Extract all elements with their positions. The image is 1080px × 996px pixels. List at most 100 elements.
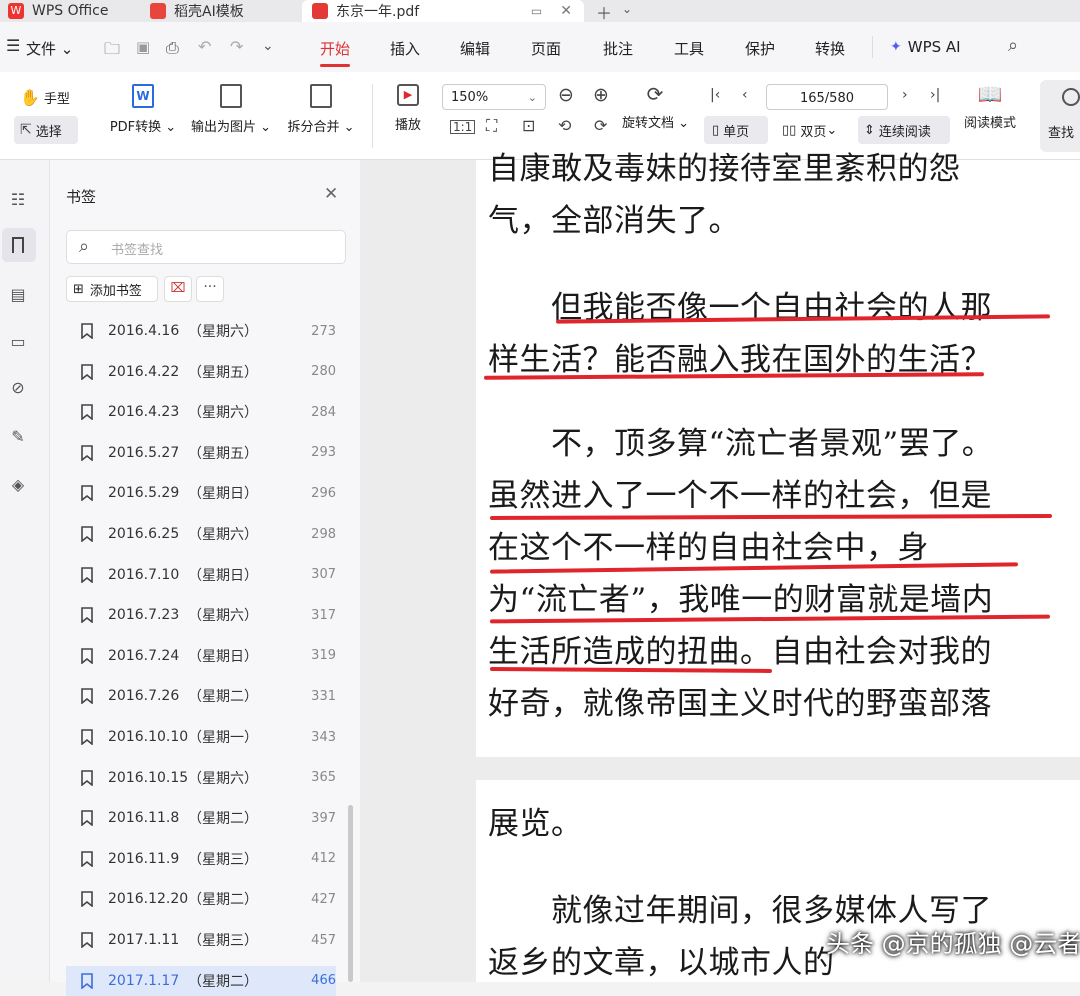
bookmark-row[interactable]: 2016.4.16 （星期六） 273: [66, 316, 336, 346]
zoom-chevron-icon: ⌄: [527, 90, 537, 104]
menu-annotate[interactable]: 批注: [603, 38, 633, 59]
export-image-button[interactable]: 输出为图片 ⌄: [188, 84, 274, 135]
more-options-button[interactable]: ···: [196, 276, 224, 302]
bookmark-row[interactable]: 2016.7.26 （星期二） 331: [66, 681, 336, 711]
tab-docer-template[interactable]: 稻壳AI模板: [150, 0, 290, 22]
prev-page-icon[interactable]: ‹: [742, 88, 748, 102]
bookmark-icon: [80, 647, 94, 665]
search-icon[interactable]: ⌕: [1008, 35, 1018, 56]
bookmark-date: 2016.4.16: [108, 323, 180, 339]
bookmark-row[interactable]: 2016.11.9 （星期三） 412: [66, 844, 336, 874]
signature-icon[interactable]: ✎: [8, 427, 28, 447]
double-page-button[interactable]: ▯▯ 双页 ⌄: [778, 116, 850, 144]
wps-logo-icon: W: [8, 3, 24, 19]
bookmark-row[interactable]: 2016.11.8 （星期二） 397: [66, 803, 336, 833]
page-number-input[interactable]: 165/580: [766, 84, 888, 110]
bookmark-rail-button[interactable]: [2, 228, 36, 262]
menu-wps-ai[interactable]: ✦ WPS AI: [890, 38, 961, 56]
undo-icon[interactable]: ↶: [198, 37, 211, 56]
bookmark-weekday: （星期日）: [188, 567, 258, 584]
bookmark-weekday: （星期五）: [188, 364, 258, 381]
file-menu[interactable]: 文件 ⌄: [26, 38, 73, 59]
play-button[interactable]: ▶ 播放: [390, 84, 426, 133]
bookmark-weekday: （星期二）: [188, 689, 258, 706]
bookmark-row[interactable]: 2016.6.25 （星期六） 298: [66, 519, 336, 549]
rotate-document-button[interactable]: ⟳ 旋转文档 ⌄: [622, 84, 689, 131]
bookmark-row[interactable]: 2017.1.17 （星期二） 466: [66, 965, 336, 996]
last-page-icon[interactable]: ›|: [930, 88, 940, 102]
attachment-icon[interactable]: ⊘: [8, 378, 28, 398]
menu-tools[interactable]: 工具: [674, 38, 704, 59]
first-page-icon[interactable]: |‹: [710, 88, 720, 102]
double-page-icon: ▯▯: [782, 122, 797, 138]
continuous-reading-button[interactable]: ⇕ 连续阅读: [858, 116, 950, 144]
hand-tool-button[interactable]: ✋ 手型: [20, 88, 70, 107]
bookmark-row[interactable]: 2017.1.11 （星期三） 457: [66, 925, 336, 955]
thumbnail-icon[interactable]: ▤: [8, 285, 28, 305]
tab-wps-office[interactable]: W WPS Office: [8, 0, 138, 22]
outline-icon[interactable]: ☷: [8, 190, 28, 210]
document-line: 好奇，就像帝国主义时代的野蛮部落: [488, 686, 992, 722]
hamburger-icon[interactable]: ☰: [6, 36, 20, 55]
close-tab-icon[interactable]: ✕: [560, 3, 572, 19]
next-page-icon[interactable]: ›: [902, 88, 908, 102]
zoom-select[interactable]: 150% ⌄: [442, 84, 546, 110]
bookmark-row[interactable]: 2016.7.23 （星期六） 317: [66, 600, 336, 630]
read-mode-button[interactable]: 📖 阅读模式: [958, 84, 1022, 131]
menu-protect[interactable]: 保护: [745, 38, 775, 59]
tab-list-chevron-icon[interactable]: ⌄: [622, 2, 632, 16]
menu-edit[interactable]: 编辑: [460, 38, 490, 59]
rotate-right-icon[interactable]: ⟳: [594, 118, 607, 134]
remove-bookmark-icon: ⌧: [170, 281, 186, 296]
menu-convert[interactable]: 转换: [815, 38, 845, 59]
comment-icon[interactable]: ▭: [8, 332, 28, 352]
zoom-out-icon[interactable]: ⊖: [558, 86, 574, 105]
document-line: 展览。: [488, 806, 583, 842]
print-icon[interactable]: ⎙: [166, 38, 179, 58]
add-bookmark-button[interactable]: ⊞ 添加书签: [66, 276, 158, 302]
image-export-icon: [220, 84, 242, 108]
bookmark-row[interactable]: 2016.10.10 （星期一） 343: [66, 722, 336, 752]
close-panel-icon[interactable]: ✕: [324, 184, 338, 204]
fit-width-icon[interactable]: ⊡: [522, 118, 535, 134]
select-tool-button[interactable]: ⇱ 选择: [14, 116, 78, 144]
pdf-convert-button[interactable]: W PDF转换 ⌄: [108, 84, 178, 135]
bookmark-search-input[interactable]: ⌕ 书签查找: [66, 230, 346, 264]
add-bookmark-icon: ⊞: [73, 281, 84, 297]
more-chevron-icon[interactable]: ⌄: [262, 38, 274, 54]
bookmark-date: 2016.4.22: [108, 363, 180, 380]
menu-insert[interactable]: 插入: [390, 38, 420, 59]
menu-page[interactable]: 页面: [531, 38, 561, 59]
layers-icon[interactable]: ◈: [8, 475, 28, 495]
bookmark-icon: [80, 932, 94, 949]
bookmark-row[interactable]: 2016.5.27 （星期五） 293: [66, 438, 336, 468]
bookmark-row[interactable]: 2016.12.20 （星期二） 427: [66, 884, 336, 914]
docer-logo-icon: [150, 3, 166, 19]
pin-icon[interactable]: ▭: [531, 4, 542, 18]
zoom-in-icon[interactable]: ⊕: [593, 86, 609, 105]
redo-icon[interactable]: ↷: [230, 37, 243, 56]
bookmark-row[interactable]: 2016.7.24 （星期日） 319: [66, 641, 336, 671]
new-tab-icon[interactable]: ＋: [596, 0, 612, 24]
bookmark-row[interactable]: 2016.4.22 （星期五） 280: [66, 357, 336, 387]
tab-label: WPS Office: [32, 3, 109, 19]
ribbon-separator: [372, 84, 373, 148]
tab-pdf-document[interactable]: 东京一年.pdf ▭ ✕: [302, 0, 584, 22]
bookmark-scrollbar[interactable]: [348, 805, 353, 982]
open-folder-icon[interactable]: 🗀: [104, 38, 120, 65]
menu-start[interactable]: 开始: [320, 38, 350, 59]
split-merge-button[interactable]: 拆分合并 ⌄: [285, 84, 357, 135]
side-icon-rail: [0, 160, 50, 982]
single-page-button[interactable]: ▯ 单页: [704, 116, 768, 144]
ai-sparkle-icon: ✦: [890, 39, 902, 55]
bookmark-row[interactable]: 2016.7.10 （星期日） 307: [66, 560, 336, 590]
remove-bookmark-button[interactable]: ⌧: [164, 276, 192, 302]
save-icon[interactable]: ▣: [136, 38, 150, 56]
find-button[interactable]: 查找: [1040, 80, 1080, 152]
bookmark-row[interactable]: 2016.4.23 （星期六） 284: [66, 397, 336, 427]
actual-size-icon[interactable]: 1:1: [450, 120, 476, 134]
bookmark-row[interactable]: 2016.10.15 （星期六） 365: [66, 763, 336, 793]
bookmark-row[interactable]: 2016.5.29 （星期日） 296: [66, 478, 336, 508]
rotate-left-icon[interactable]: ⟲: [558, 118, 571, 134]
fit-page-icon[interactable]: ⛶: [486, 118, 497, 134]
